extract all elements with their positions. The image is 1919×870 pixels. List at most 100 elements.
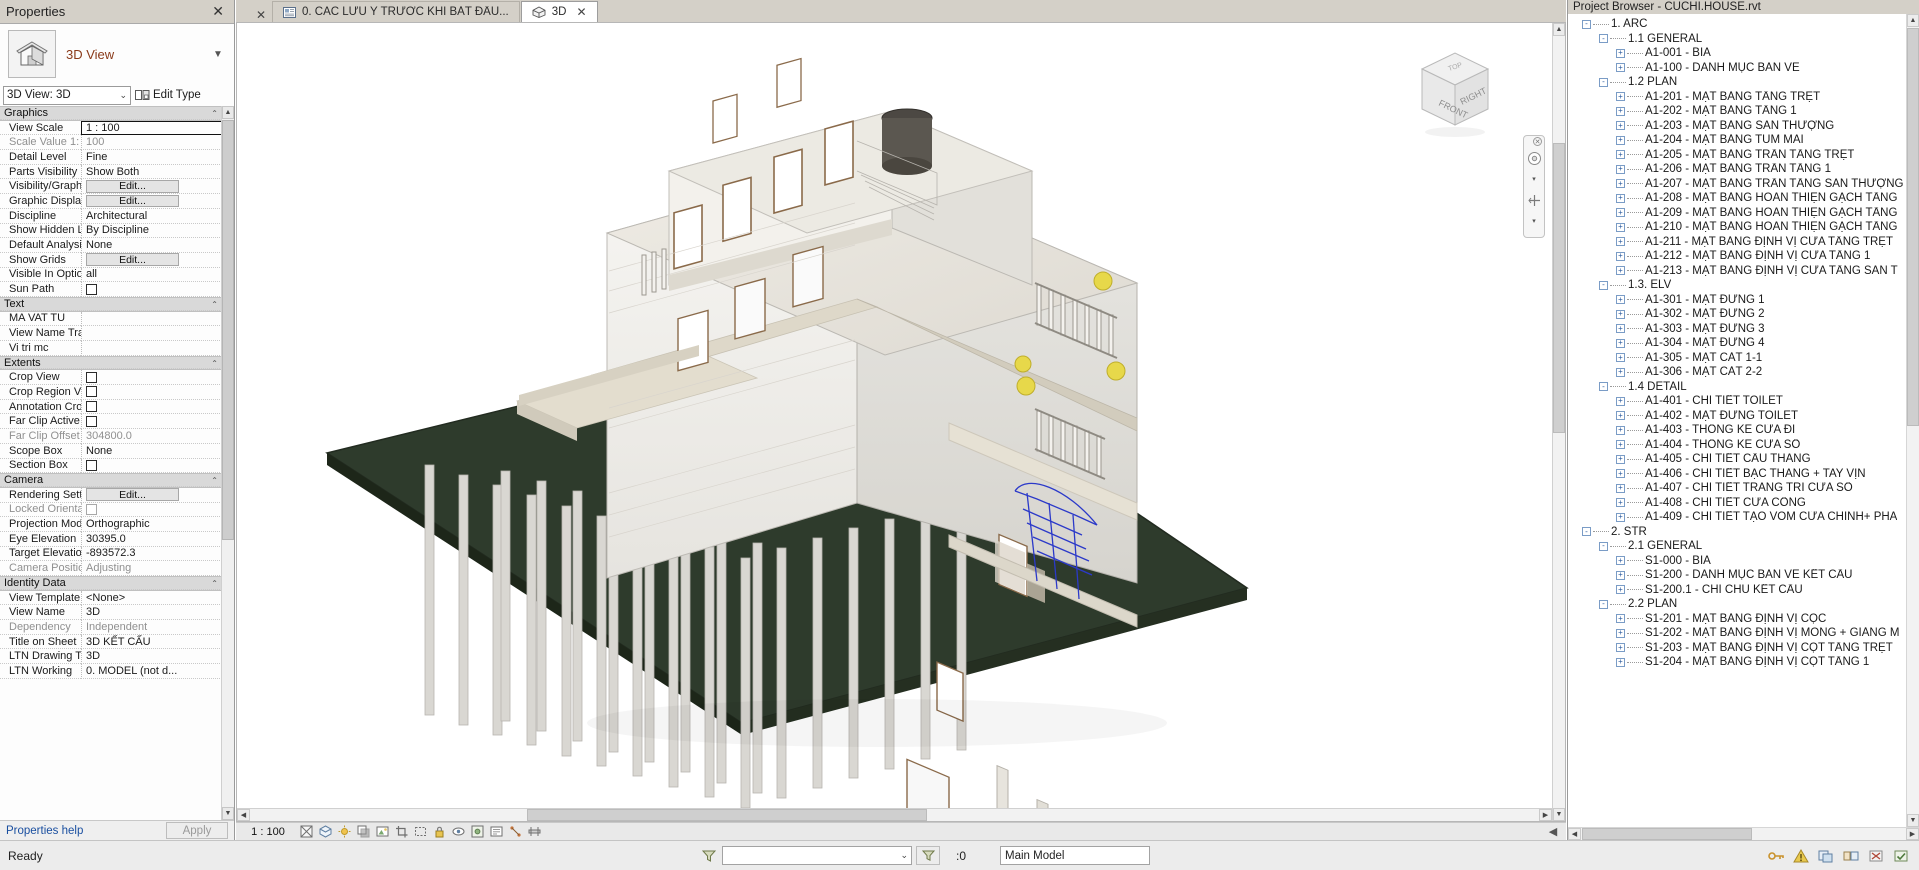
type-selector-combo[interactable]: 3D View: 3D ⌄: [3, 85, 131, 105]
tree-item[interactable]: + A1-100 - DANH MỤC BẢN VẼ: [1568, 61, 1919, 76]
property-row[interactable]: Target Elevation -893572.3: [0, 546, 234, 562]
tree-horizontal-scrollbar[interactable]: ◀ ▶: [1568, 827, 1919, 840]
tree-item[interactable]: + A1-207 - MẶT BẰNG TRẦN TẦNG SÂN THƯỢNG: [1568, 177, 1919, 192]
property-row[interactable]: Eye Elevation 30395.0: [0, 531, 234, 547]
tree-item[interactable]: + A1-205 - MẶT BẰNG TRẦN TẦNG TRỆT: [1568, 148, 1919, 163]
property-value-cell[interactable]: [81, 414, 234, 430]
tree-item[interactable]: + A1-401 - CHI TIẾT TOILET: [1568, 394, 1919, 409]
property-value-cell[interactable]: 100: [81, 135, 234, 151]
property-value-cell[interactable]: Independent: [81, 620, 234, 635]
expand-icon[interactable]: +: [1616, 309, 1625, 319]
tree-item[interactable]: + A1-402 - MẶT ĐỨNG TOILET: [1568, 409, 1919, 424]
property-value-cell[interactable]: Edit...: [81, 252, 234, 268]
tree-item[interactable]: - 2. STR: [1568, 525, 1919, 540]
tab-3d-view[interactable]: 3D ✕: [520, 1, 598, 22]
edit-button[interactable]: Edit...: [86, 194, 179, 208]
sun-path-icon[interactable]: [337, 825, 351, 839]
close-icon[interactable]: ✕: [256, 8, 266, 22]
property-row[interactable]: Dependency Independent: [0, 620, 234, 635]
expand-icon[interactable]: +: [1616, 150, 1625, 160]
expand-icon[interactable]: +: [1616, 498, 1625, 508]
tree-item[interactable]: + A1-408 - CHI TIẾT CỬA CỔNG: [1568, 496, 1919, 511]
property-value-cell[interactable]: [81, 311, 234, 327]
selection-filter-combo[interactable]: ⌄: [722, 846, 912, 865]
tree-item[interactable]: - 2.1 GENERAL: [1568, 539, 1919, 554]
crop-view-icon[interactable]: [394, 825, 408, 839]
property-value-cell[interactable]: [81, 370, 234, 386]
scroll-left-icon[interactable]: ◀: [1546, 825, 1560, 839]
warning-icon[interactable]: [1793, 848, 1809, 864]
property-value-cell[interactable]: None: [81, 238, 234, 253]
properties-grid[interactable]: Graphics ⌃ View Scale 1 : 100 Scale Value 1:…: [0, 106, 234, 820]
expand-icon[interactable]: +: [1616, 556, 1625, 566]
filter-dialog-button[interactable]: [916, 846, 940, 865]
property-value-cell[interactable]: 304800.0: [81, 429, 234, 444]
property-row[interactable]: Detail Level Fine: [0, 150, 234, 165]
property-value-cell[interactable]: Show Both: [81, 164, 234, 180]
tree-item[interactable]: + A1-208 - MẶT BẰNG HOÀN THIỆN GẠCH TẦNG: [1568, 191, 1919, 206]
expand-icon[interactable]: +: [1616, 295, 1625, 305]
property-value-cell[interactable]: [81, 458, 234, 474]
edit-button[interactable]: Edit...: [86, 180, 179, 193]
property-row[interactable]: Scale Value 1: 100: [0, 135, 234, 151]
property-value-cell[interactable]: [81, 385, 234, 400]
editable-only-icon[interactable]: [1893, 848, 1909, 864]
collapse-icon[interactable]: -: [1582, 19, 1591, 29]
property-value-cell[interactable]: [81, 502, 234, 518]
expand-icon[interactable]: +: [1616, 208, 1625, 218]
expand-icon[interactable]: +: [1616, 454, 1625, 464]
property-checkbox[interactable]: [86, 283, 97, 295]
tree-item[interactable]: + A1-301 - MẶT ĐỨNG 1: [1568, 293, 1919, 308]
property-row[interactable]: LTN Drawing Ty... 3D: [0, 649, 234, 665]
collapse-group-icon[interactable]: ⌃: [211, 298, 218, 313]
tree-item[interactable]: + A1-212 - MẶT BẰNG ĐỊNH VỊ CỬA TẦNG 1: [1568, 249, 1919, 264]
tree-vertical-scrollbar[interactable]: ▲ ▼: [1906, 14, 1919, 827]
design-options-icon[interactable]: [1818, 848, 1834, 864]
chevron-down-icon[interactable]: ▾: [1526, 171, 1542, 187]
tree-item[interactable]: - 2.2 PLAN: [1568, 597, 1919, 612]
tree-item[interactable]: + A1-404 - THỐNG KÊ CỬA SỔ: [1568, 438, 1919, 453]
tree-item[interactable]: + A1-001 - BÌA: [1568, 46, 1919, 61]
property-row[interactable]: MA VAT TU: [0, 311, 234, 327]
expand-icon[interactable]: +: [1616, 367, 1625, 377]
tree-item[interactable]: + S1-200.1 - CHI CHÚ KẾT CẤU: [1568, 583, 1919, 598]
expand-icon[interactable]: +: [1616, 179, 1625, 189]
close-icon[interactable]: ✕: [576, 5, 586, 19]
property-row[interactable]: Discipline Architectural: [0, 208, 234, 224]
property-value-cell[interactable]: 3D: [81, 605, 234, 621]
property-value-cell[interactable]: 3D KẾT CẤU: [81, 634, 234, 650]
3d-view-canvas[interactable]: FRONT RIGHT TOP ✕ ▾ ▾ ▲ ▼ ◀ ▶: [236, 22, 1566, 822]
lock-3d-view-icon[interactable]: [432, 825, 446, 839]
expand-icon[interactable]: +: [1616, 121, 1625, 131]
expand-icon[interactable]: +: [1616, 628, 1625, 638]
property-value-cell[interactable]: [81, 399, 234, 415]
property-row[interactable]: LTN Working 0. MODEL (not d...: [0, 664, 234, 679]
chevron-down-icon[interactable]: ▼: [210, 49, 226, 60]
property-checkbox[interactable]: [86, 415, 97, 427]
key-icon[interactable]: [1768, 848, 1784, 864]
filter-icon[interactable]: [700, 849, 718, 863]
property-row[interactable]: Visible In Option all: [0, 267, 234, 283]
property-value-cell[interactable]: 1 : 100: [81, 120, 234, 136]
property-row[interactable]: Show Grids Edit...: [0, 252, 234, 268]
scroll-down-icon[interactable]: ▼: [1907, 814, 1919, 827]
visual-style-icon[interactable]: [318, 825, 332, 839]
property-row[interactable]: Parts Visibility Show Both: [0, 164, 234, 180]
tree-item[interactable]: + A1-213 - MẶT BẰNG ĐỊNH VỊ CỬA TẦNG SÂN …: [1568, 264, 1919, 279]
tree-item[interactable]: + A1-304 - MẶT ĐỨNG 4: [1568, 336, 1919, 351]
rendering-dialog-icon[interactable]: [375, 825, 389, 839]
property-row[interactable]: Far Clip Offset 304800.0: [0, 429, 234, 444]
properties-scrollbar[interactable]: ▲ ▼: [221, 106, 234, 820]
collapse-icon[interactable]: -: [1582, 527, 1591, 537]
properties-help-link[interactable]: Properties help: [6, 825, 83, 837]
scrollbar-thumb[interactable]: [1582, 828, 1752, 840]
reveal-hidden-icon[interactable]: [470, 825, 484, 839]
tree-item[interactable]: + A1-211 - MẶT BẰNG ĐỊNH VỊ CỬA TẦNG TRỆT: [1568, 235, 1919, 250]
expand-icon[interactable]: +: [1616, 135, 1625, 145]
property-value-cell[interactable]: 0. MODEL (not d...: [81, 664, 234, 679]
tree-item[interactable]: - 1. ARC: [1568, 17, 1919, 32]
analytical-model-icon[interactable]: [508, 825, 522, 839]
expand-icon[interactable]: +: [1616, 585, 1625, 595]
property-row[interactable]: Crop Region Vis...: [0, 385, 234, 400]
expand-icon[interactable]: +: [1616, 48, 1625, 58]
